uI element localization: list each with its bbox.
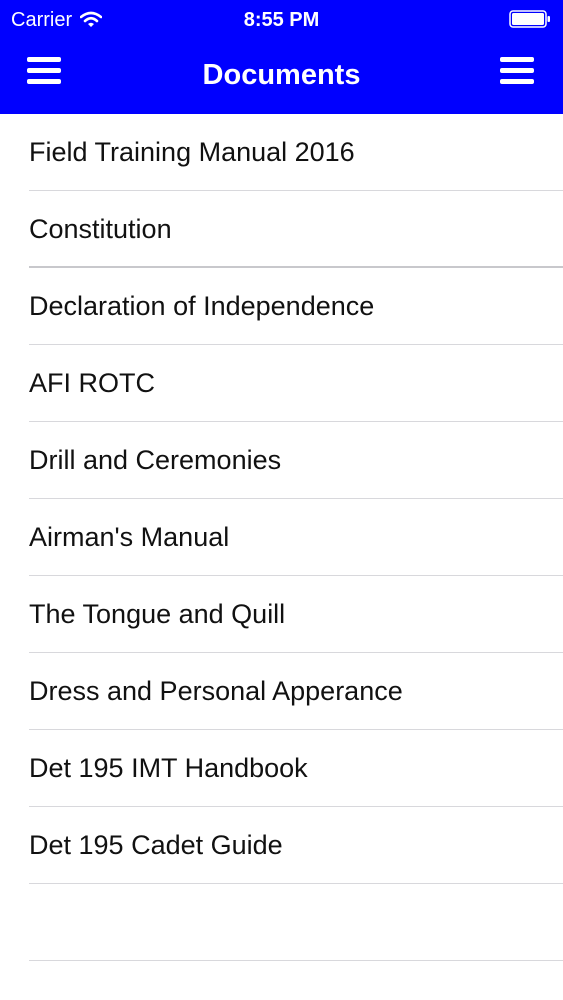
document-title: Constitution xyxy=(29,214,172,244)
list-item[interactable]: AFI ROTC xyxy=(0,345,563,422)
list-item[interactable]: Det 195 IMT Handbook xyxy=(0,730,563,807)
row-separator xyxy=(29,960,563,961)
header: Carrier 8:55 PM Documents xyxy=(0,0,563,114)
document-title: Drill and Ceremonies xyxy=(29,445,282,475)
nav-bar: Documents xyxy=(0,40,563,114)
list-item[interactable]: Constitution xyxy=(0,191,563,268)
document-title: Det 195 Cadet Guide xyxy=(29,830,283,860)
page-title: Documents xyxy=(202,59,361,91)
battery-icon xyxy=(509,10,550,28)
hamburger-line xyxy=(500,79,534,84)
document-title: Det 195 IMT Handbook xyxy=(29,753,308,783)
document-title: Field Training Manual 2016 xyxy=(29,137,355,167)
list-item[interactable]: The Tongue and Quill xyxy=(0,576,563,653)
status-bar: Carrier 8:55 PM xyxy=(0,0,563,40)
status-time: 8:55 PM xyxy=(243,9,320,31)
list-item[interactable]: Det 195 Cadet Guide xyxy=(0,807,563,884)
documents-list: Field Training Manual 2016 Constitution … xyxy=(0,114,563,961)
document-title: Dress and Personal Apperance xyxy=(29,676,403,706)
document-title: Declaration of Independence xyxy=(29,291,375,321)
list-item[interactable]: Field Training Manual 2016 xyxy=(0,114,563,191)
document-title: Airman's Manual xyxy=(29,522,230,552)
list-item[interactable]: Airman's Manual xyxy=(0,499,563,576)
empty-row xyxy=(0,884,563,961)
list-item[interactable]: Declaration of Independence xyxy=(0,268,563,345)
document-title: The Tongue and Quill xyxy=(29,599,286,629)
hamburger-menu-icon xyxy=(500,57,534,62)
document-title: AFI ROTC xyxy=(29,368,155,398)
list-item[interactable]: Dress and Personal Apperance xyxy=(0,653,563,730)
list-item[interactable]: Drill and Ceremonies xyxy=(0,422,563,499)
hamburger-line xyxy=(500,68,534,73)
right-menu-button[interactable] xyxy=(500,57,536,89)
